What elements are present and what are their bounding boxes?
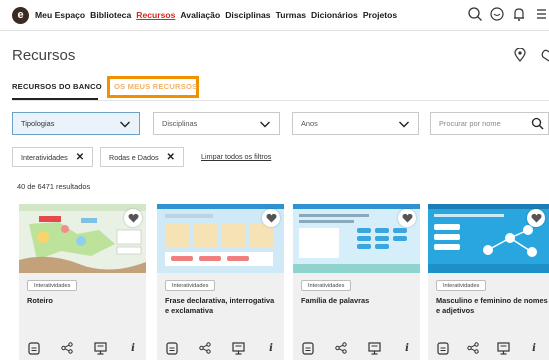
search-placeholder: Procurar por nome [439, 119, 501, 128]
card-title[interactable]: Masculino e feminino de nomes e adjetivo… [436, 296, 548, 316]
chevron-down-icon [398, 118, 410, 132]
info-icon[interactable]: i [527, 341, 541, 355]
card-actions: i [27, 341, 140, 355]
nav-link-recursos[interactable]: Recursos [136, 10, 175, 20]
favorite-heart-icon[interactable] [527, 209, 545, 227]
resource-card[interactable]: Interatividades Masculino e feminino de … [428, 204, 549, 360]
nav-link-biblioteca[interactable]: Biblioteca [90, 10, 131, 20]
tipologias-select[interactable]: Tipologias [12, 112, 140, 135]
card-title[interactable]: Família de palavras [301, 296, 416, 306]
share-icon[interactable] [60, 341, 74, 355]
chip-label: Rodas e Dados [109, 152, 159, 162]
card-actions: i [301, 341, 414, 355]
card-badge: Interatividades [165, 280, 216, 291]
card-badge: Interatividades [301, 280, 352, 291]
nav-link-projetos[interactable]: Projetos [363, 10, 397, 20]
resource-card[interactable]: Interatividades Roteiro i [19, 204, 146, 360]
chevron-down-icon [259, 118, 271, 132]
share-icon[interactable] [198, 341, 212, 355]
save-icon[interactable] [301, 341, 315, 355]
card-actions: i [165, 341, 278, 355]
save-icon[interactable] [165, 341, 179, 355]
close-icon[interactable]: ✕ [167, 152, 175, 163]
nav-link-dicionarios[interactable]: Dicionários [311, 10, 358, 20]
title-icons [514, 47, 549, 67]
search-icon[interactable] [467, 6, 483, 22]
present-icon[interactable] [497, 341, 511, 355]
bell-icon[interactable] [511, 6, 527, 22]
nav-link-meu-espaco[interactable]: Meu Espaço [35, 10, 85, 20]
present-icon[interactable] [367, 341, 381, 355]
favorite-heart-icon[interactable] [262, 209, 280, 227]
clear-filters-link[interactable]: Limpar todos os filtros [201, 152, 271, 161]
tab-recursos-do-banco[interactable]: RECURSOS DO BANCO [12, 82, 102, 91]
save-icon[interactable] [27, 341, 41, 355]
card-title[interactable]: Frase declarativa, interrogativa e excla… [165, 296, 280, 316]
info-icon[interactable]: i [400, 341, 414, 355]
save-icon[interactable] [436, 341, 450, 355]
chip-label: Interatividades [21, 152, 68, 162]
chevron-down-icon [119, 118, 131, 132]
app-logo[interactable]: e [12, 6, 29, 24]
search-input[interactable]: Procurar por nome [430, 112, 549, 135]
share-icon[interactable] [334, 341, 348, 355]
nav-link-avaliacao[interactable]: Avaliação [180, 10, 220, 20]
info-icon[interactable]: i [264, 341, 278, 355]
filter-chip-interatividades: Interatividades ✕ [12, 147, 94, 167]
resource-card[interactable]: Interatividades Família de palavras i [293, 204, 420, 360]
disciplinas-label: Disciplinas [162, 119, 198, 128]
location-icon[interactable] [514, 47, 526, 67]
favorite-heart-icon[interactable] [398, 209, 416, 227]
nav-link-turmas[interactable]: Turmas [276, 10, 306, 20]
page-title: Recursos [12, 47, 76, 64]
anos-select[interactable]: Anos [292, 112, 419, 135]
card-title[interactable]: Roteiro [27, 296, 142, 306]
results-count: 40 de 6471 resultados [17, 182, 91, 191]
card-badge: Interatividades [436, 280, 487, 291]
heart-icon[interactable] [540, 48, 549, 67]
info-icon[interactable]: i [126, 341, 140, 355]
menu-icon[interactable] [533, 6, 549, 22]
share-icon[interactable] [466, 341, 480, 355]
chat-icon[interactable] [489, 6, 505, 22]
tab-os-meus-recursos[interactable]: OS MEUS RECURSOS [114, 82, 197, 91]
resource-card[interactable]: Interatividades Frase declarativa, inter… [157, 204, 284, 360]
present-icon[interactable] [231, 341, 245, 355]
disciplinas-select[interactable]: Disciplinas [153, 112, 280, 135]
filter-chip-rodas-e-dados: Rodas e Dados ✕ [100, 147, 184, 167]
tabs-divider [12, 100, 549, 101]
favorite-heart-icon[interactable] [124, 209, 142, 227]
search-icon[interactable] [531, 117, 544, 132]
top-icons [467, 6, 549, 22]
card-badge: Interatividades [27, 280, 78, 291]
present-icon[interactable] [93, 341, 107, 355]
nav-link-disciplinas[interactable]: Disciplinas [225, 10, 270, 20]
tipologias-label: Tipologias [21, 119, 55, 128]
anos-label: Anos [301, 119, 318, 128]
close-icon[interactable]: ✕ [76, 152, 84, 163]
card-actions: i [436, 341, 541, 355]
top-divider [0, 30, 549, 31]
